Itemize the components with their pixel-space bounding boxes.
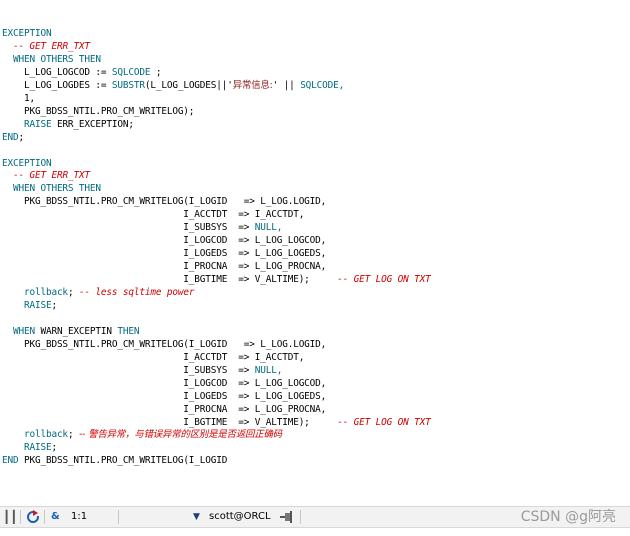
code-token: I_SUBSYS => bbox=[2, 222, 255, 234]
watermark: CSDN @g阿亮 bbox=[520, 509, 616, 525]
code-line: I_PROCNA => L_LOG_PROCNA, bbox=[2, 260, 326, 273]
code-token: PKG_BDSS_NTIL.PRO_CM_WRITELOG(I_LOGID =>… bbox=[2, 338, 327, 350]
code-token: WARN_EXCEPTIN bbox=[40, 325, 118, 337]
code-token: I_LOGEDS => L_LOG_LOGEDS, bbox=[2, 390, 327, 402]
code-token: NULL, bbox=[254, 364, 283, 376]
code-line: RAISE; bbox=[2, 441, 57, 454]
code-token: GET ERR_TXT bbox=[29, 170, 90, 182]
code-token: SUBSTR bbox=[111, 79, 145, 91]
code-line: END PKG_BDSS_NTIL.PRO_CM_WRITELOG(I_LOGI… bbox=[2, 454, 227, 467]
code-token: ; bbox=[150, 66, 162, 78]
code-line: EXCEPTION bbox=[2, 157, 52, 170]
refresh-icon[interactable] bbox=[26, 510, 40, 524]
pin-icon[interactable] bbox=[280, 511, 294, 525]
code-token: RAISE bbox=[2, 442, 52, 454]
code-token: RAISE bbox=[2, 118, 52, 130]
code-token: SQLCODE, bbox=[300, 79, 345, 91]
code-token: ; bbox=[18, 131, 24, 143]
code-token: I_ACCTDT => I_ACCTDT, bbox=[2, 209, 305, 221]
code-token: I_LOGEDS => L_LOG_LOGEDS, bbox=[2, 248, 327, 260]
code-editor[interactable]: EXCEPTION -- GET ERR_TXT WHEN OTHERS THE… bbox=[0, 0, 630, 500]
code-line: PKG_BDSS_NTIL.PRO_CM_WRITELOG(I_LOGID =>… bbox=[2, 195, 326, 208]
code-line: END; bbox=[2, 131, 24, 144]
code-token: ; bbox=[67, 287, 79, 298]
code-token: -- less sqltime power bbox=[78, 287, 195, 298]
code-token: I_PROCNA => L_LOG_PROCNA, bbox=[2, 403, 327, 415]
code-line: EXCEPTION bbox=[2, 27, 52, 40]
code-line: I_LOGCOD => L_LOG_LOGCOD, bbox=[2, 234, 326, 247]
code-token: PKG_BDSS_NTIL.PRO_CM_WRITELOG); bbox=[2, 105, 195, 117]
code-line: WHEN OTHERS THEN bbox=[2, 182, 101, 195]
code-token: rollback bbox=[2, 429, 68, 441]
code-line: -- GET ERR_TXT bbox=[2, 40, 90, 53]
code-line: RAISE; bbox=[2, 299, 57, 312]
code-token: L_LOG_LOGCOD := bbox=[2, 66, 112, 78]
code-token: ; bbox=[67, 429, 79, 441]
code-token: -- bbox=[2, 170, 30, 182]
code-line: I_SUBSYS => NULL, bbox=[2, 364, 282, 377]
code-line: I_BGTIME => V_ALTIME); -- GET LOG ON TXT bbox=[2, 416, 431, 429]
code-token: -- GET LOG ON TXT bbox=[337, 416, 431, 428]
code-token: I_BGTIME => V_ALTIME); bbox=[2, 274, 338, 286]
dropdown-arrow-icon[interactable]: ▼ bbox=[193, 507, 200, 527]
connection-label[interactable]: scott@ORCL bbox=[209, 507, 271, 527]
code-line: WHEN OTHERS THEN bbox=[2, 53, 101, 66]
code-token: EXCEPTION bbox=[2, 157, 52, 169]
code-token: -- bbox=[2, 40, 30, 52]
code-token: THEN bbox=[117, 325, 140, 337]
code-line: RAISE ERR_EXCEPTION; bbox=[2, 118, 134, 131]
code-line: WHEN WARN_EXCEPTIN THEN bbox=[2, 325, 140, 338]
code-token: EXCEPTION bbox=[2, 28, 52, 39]
code-token: END bbox=[2, 131, 19, 143]
code-token: I_SUBSYS => bbox=[2, 364, 255, 376]
code-line: PKG_BDSS_NTIL.PRO_CM_WRITELOG(I_LOGID =>… bbox=[2, 338, 326, 351]
code-token: END bbox=[2, 455, 24, 467]
code-token: WHEN bbox=[2, 325, 41, 337]
code-token: ' || bbox=[272, 79, 301, 91]
code-line: 1, bbox=[2, 92, 35, 105]
code-token: -- 警告异常，与错误异常的区别是是否返回正确码 bbox=[78, 429, 282, 441]
code-token: I_BGTIME => V_ALTIME); bbox=[2, 416, 338, 428]
code-token: rollback bbox=[2, 287, 68, 298]
code-token: I_LOGCOD => L_LOG_LOGCOD, bbox=[2, 235, 327, 247]
code-line: -- GET ERR_TXT bbox=[2, 169, 90, 182]
code-token: ERR_EXCEPTION; bbox=[51, 118, 134, 130]
code-token: NULL, bbox=[254, 222, 283, 234]
code-token: ; bbox=[51, 299, 57, 311]
code-line: I_SUBSYS => NULL, bbox=[2, 221, 282, 234]
code-token: -- GET LOG ON TXT bbox=[337, 274, 431, 286]
code-line: I_LOGEDS => L_LOG_LOGEDS, bbox=[2, 390, 326, 403]
code-token: WHEN OTHERS THEN bbox=[2, 183, 101, 195]
code-line: rollback; -- less sqltime power bbox=[2, 286, 195, 299]
code-token: I_LOGCOD => L_LOG_LOGCOD, bbox=[2, 377, 327, 389]
grid-icon[interactable]: ┃┃ bbox=[3, 507, 17, 527]
code-line: I_LOGEDS => L_LOG_LOGEDS, bbox=[2, 247, 326, 260]
code-token: 1, bbox=[2, 92, 35, 104]
ampersand-icon[interactable]: & bbox=[51, 507, 60, 527]
cursor-position: 1:1 bbox=[71, 511, 88, 522]
code-line: I_BGTIME => V_ALTIME); -- GET LOG ON TXT bbox=[2, 273, 431, 286]
code-line: L_LOG_LOGDES := SUBSTR(L_LOG_LOGDES||'异常… bbox=[2, 79, 344, 92]
code-token: I_PROCNA => L_LOG_PROCNA, bbox=[2, 261, 327, 273]
code-line: PKG_BDSS_NTIL.PRO_CM_WRITELOG); bbox=[2, 105, 194, 118]
code-line: I_ACCTDT => I_ACCTDT, bbox=[2, 208, 304, 221]
code-token: PKG_BDSS_NTIL.PRO_CM_WRITELOG(I_LOGID bbox=[23, 455, 228, 467]
code-token: RAISE bbox=[2, 299, 52, 311]
code-line: I_LOGCOD => L_LOG_LOGCOD, bbox=[2, 377, 326, 390]
code-token: L_LOG_LOGDES := bbox=[2, 79, 112, 91]
code-token: I_ACCTDT => I_ACCTDT, bbox=[2, 351, 305, 363]
code-token: SQLCODE bbox=[111, 66, 151, 78]
code-line: L_LOG_LOGCOD := SQLCODE ; bbox=[2, 66, 162, 79]
code-token: WHEN OTHERS THEN bbox=[2, 53, 101, 65]
code-line: rollback; -- 警告异常，与错误异常的区别是是否返回正确码 bbox=[2, 428, 282, 441]
code-token: GET ERR_TXT bbox=[29, 40, 90, 52]
code-token: 异常信息: bbox=[232, 79, 273, 91]
code-token: PKG_BDSS_NTIL.PRO_CM_WRITELOG(I_LOGID =>… bbox=[2, 196, 327, 208]
code-line: I_ACCTDT => I_ACCTDT, bbox=[2, 351, 304, 364]
code-token: (L_LOG_LOGDES||' bbox=[144, 79, 233, 91]
code-token: ; bbox=[51, 442, 57, 454]
code-line: I_PROCNA => L_LOG_PROCNA, bbox=[2, 403, 326, 416]
